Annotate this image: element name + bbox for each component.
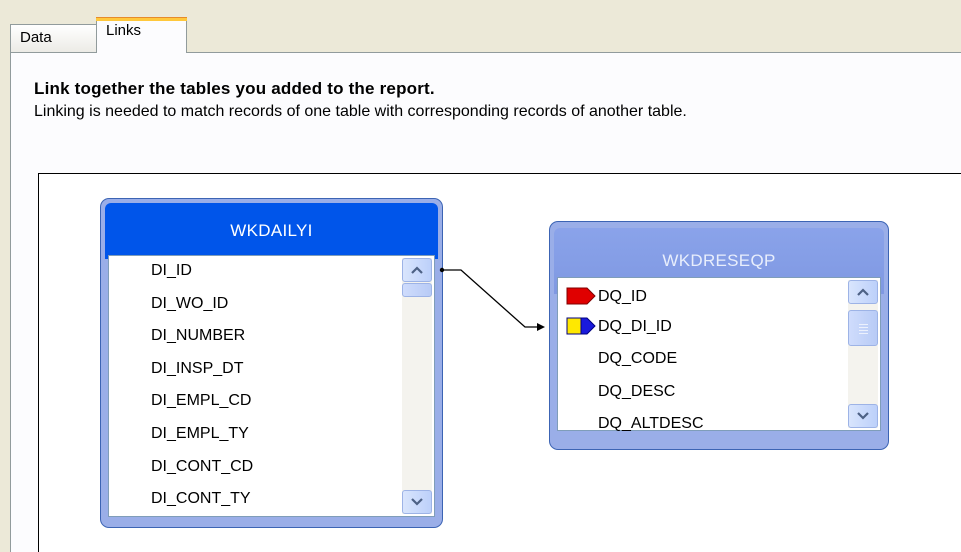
- scroll-down-button[interactable]: [848, 404, 878, 428]
- tab-data-label: Data: [20, 29, 52, 46]
- red-key-icon: [566, 287, 596, 305]
- yellow-blue-key-icon: [566, 317, 596, 335]
- table-window-wkdreseqp[interactable]: WKDRESEQP DQ_ID DQ_DI_ID DQ_CODE DQ_DESC…: [550, 222, 888, 449]
- field-item[interactable]: DQ_CODE: [598, 344, 677, 374]
- field-item[interactable]: DI_EMPL_TY: [151, 419, 249, 449]
- tab-links-label: Links: [106, 22, 142, 39]
- tab-data[interactable]: Data: [10, 24, 98, 52]
- instructions-subtext: Linking is needed to match records of on…: [34, 103, 687, 120]
- scroll-thumb[interactable]: [402, 283, 432, 297]
- chevron-up-icon: [857, 288, 869, 296]
- scrollbar[interactable]: [402, 258, 432, 514]
- instructions-heading: Link together the tables you added to th…: [34, 79, 435, 98]
- field-item[interactable]: DQ_DESC: [598, 377, 675, 407]
- chevron-down-icon: [411, 498, 423, 506]
- field-item[interactable]: DI_EMPL_CD: [151, 386, 251, 416]
- tab-strip: Data Links: [0, 0, 961, 53]
- chevron-down-icon: [857, 412, 869, 420]
- field-item[interactable]: DI_NUMBER: [151, 321, 245, 351]
- field-item[interactable]: DQ_ID: [598, 282, 647, 312]
- scroll-down-button[interactable]: [402, 490, 432, 514]
- tab-links[interactable]: Links: [96, 17, 187, 53]
- field-item[interactable]: DI_WO_ID: [151, 289, 228, 319]
- field-item[interactable]: DQ_DI_ID: [598, 312, 672, 342]
- field-item[interactable]: DQ_ALTDESC: [598, 409, 704, 439]
- field-item[interactable]: DI_CONT_TY: [151, 484, 251, 514]
- field-item[interactable]: DI_ID: [151, 256, 192, 286]
- field-list-wkdreseqp: DQ_ID DQ_DI_ID DQ_CODE DQ_DESC DQ_ALTDES…: [557, 277, 881, 432]
- scroll-thumb[interactable]: [848, 310, 878, 346]
- chevron-up-icon: [411, 266, 423, 274]
- scrollbar[interactable]: [848, 280, 878, 428]
- table-title-wkdailyi[interactable]: WKDAILYI: [105, 203, 438, 259]
- field-item[interactable]: DI_INSP_DT: [151, 354, 243, 384]
- table-window-wkdailyi[interactable]: WKDAILYI DI_ID DI_WO_ID DI_NUMBER DI_INS…: [101, 199, 442, 527]
- field-list-wkdailyi: DI_ID DI_WO_ID DI_NUMBER DI_INSP_DT DI_E…: [108, 255, 435, 517]
- field-item[interactable]: DI_CONT_CD: [151, 452, 253, 482]
- scroll-up-button[interactable]: [402, 258, 432, 282]
- scroll-up-button[interactable]: [848, 280, 878, 304]
